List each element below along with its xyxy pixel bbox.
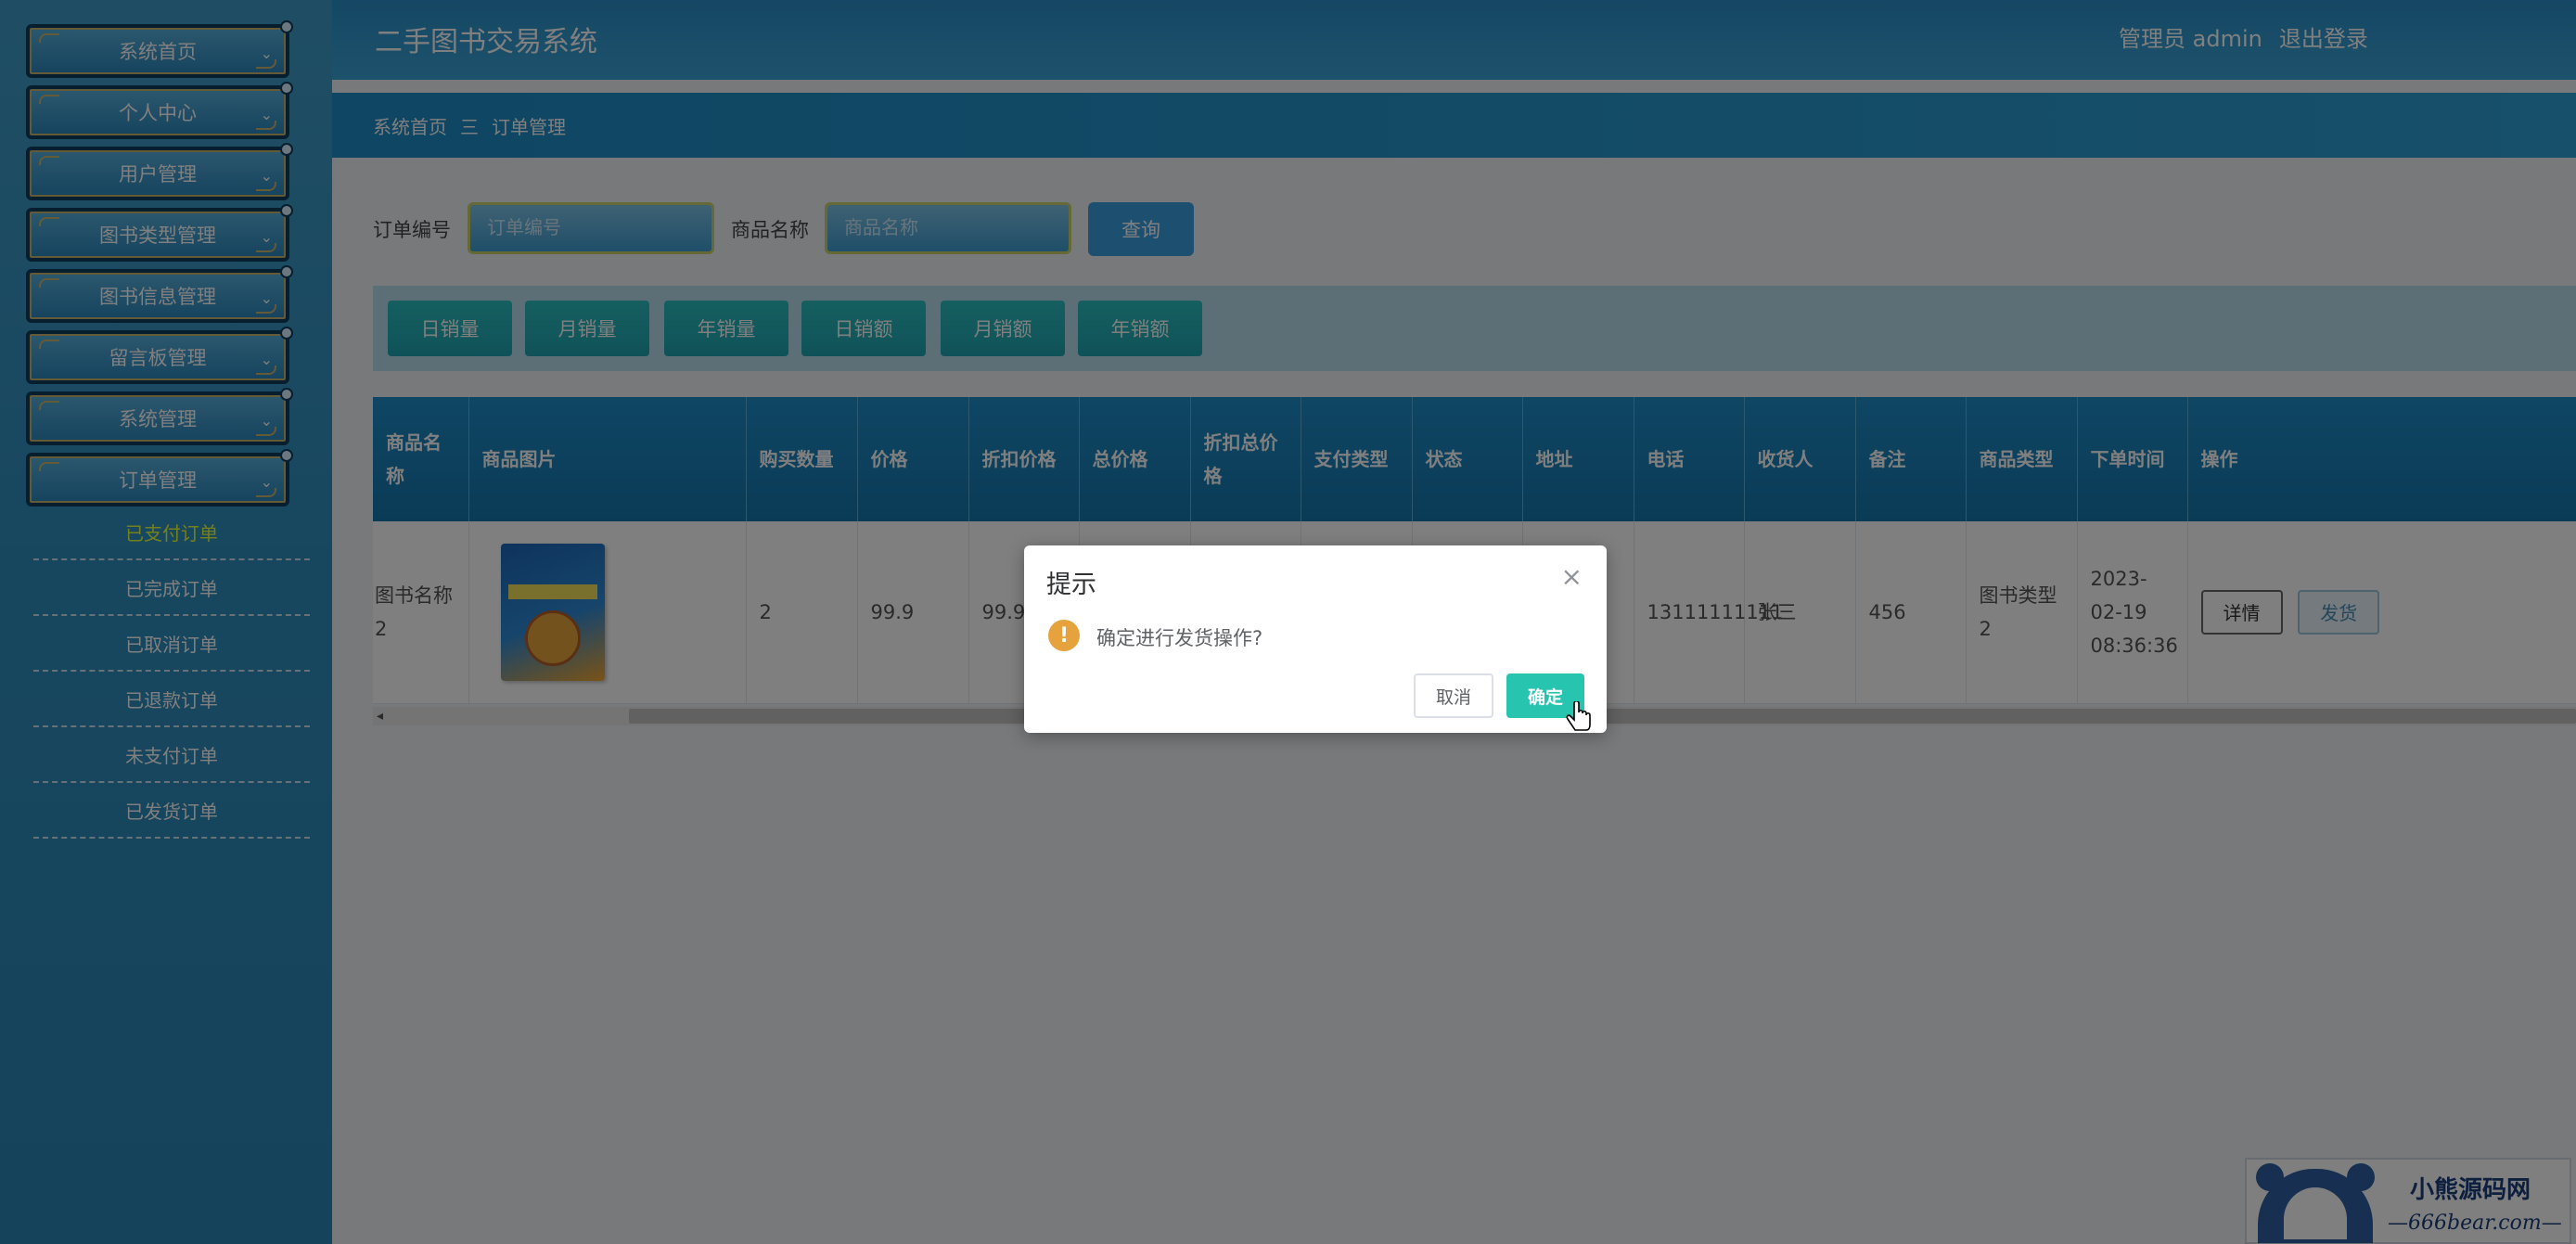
- dialog-message: 确定进行发货操作?: [1096, 627, 1263, 649]
- close-icon[interactable]: ×: [1561, 564, 1583, 590]
- confirm-dialog: 提示 × ! 确定进行发货操作? 取消 确定: [1024, 545, 1607, 733]
- hand-cursor-icon: [1566, 701, 1591, 731]
- dialog-title: 提示: [1046, 571, 1096, 599]
- warning-icon: !: [1048, 620, 1080, 651]
- cancel-button[interactable]: 取消: [1414, 673, 1493, 718]
